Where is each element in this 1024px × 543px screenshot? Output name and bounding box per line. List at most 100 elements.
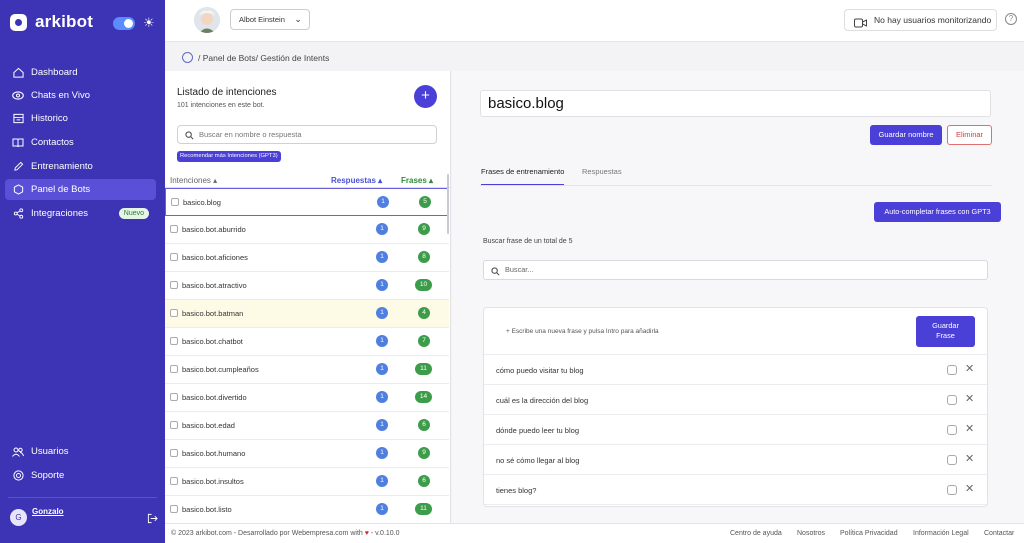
table-row[interactable]: basico.bot.divertido 1 14: [165, 384, 449, 412]
bot-avatar[interactable]: [194, 7, 220, 33]
col-responses[interactable]: Respuestas ▴: [331, 176, 382, 185]
theme-toggle[interactable]: [113, 17, 135, 30]
intent-name[interactable]: basico.bot.batman: [182, 309, 243, 318]
row-checkbox[interactable]: [170, 477, 178, 485]
responses-count-badge: 1: [376, 279, 388, 291]
intent-name[interactable]: basico.bot.aficiones: [182, 253, 248, 262]
footer-link-privacy[interactable]: Política Privacidad: [840, 530, 898, 537]
intent-name[interactable]: basico.bot.aburrido: [182, 225, 246, 234]
phrase-text[interactable]: no sé cómo llegar al blog: [496, 456, 579, 465]
table-row[interactable]: basico.blog 1 5: [165, 188, 449, 216]
close-icon[interactable]: ✕: [965, 362, 974, 375]
footer-link-legal[interactable]: Información Legal: [913, 530, 969, 537]
sidebar-item-contactos[interactable]: Contactos: [5, 132, 156, 153]
table-row[interactable]: basico.bot.humano 1 9: [165, 440, 449, 468]
footer-link-help[interactable]: Centro de ayuda: [730, 530, 782, 537]
user-profile[interactable]: G Gonzalo: [10, 507, 158, 527]
intent-name-input[interactable]: basico.blog: [480, 90, 991, 117]
sidebar-item-entrenamiento[interactable]: Entrenamiento: [5, 156, 156, 177]
bot-selector[interactable]: Albot Einstein ⌄: [230, 9, 310, 30]
intent-name[interactable]: basico.bot.divertido: [182, 393, 247, 402]
table-row[interactable]: basico.bot.batman 1 4: [165, 300, 449, 328]
sidebar-item-dashboard[interactable]: Dashboard: [5, 62, 156, 83]
intent-name[interactable]: basico.bot.listo: [182, 505, 232, 514]
phrase-row[interactable]: cuál es la dirección del blog ✕: [484, 385, 987, 415]
row-checkbox[interactable]: [170, 421, 178, 429]
table-row[interactable]: basico.bot.aficiones 1 8: [165, 244, 449, 272]
save-phrase-button[interactable]: Guardar Frase: [916, 316, 975, 347]
phrase-text[interactable]: dónde puedo leer tu blog: [496, 426, 579, 435]
footer-link-about[interactable]: Nosotros: [797, 530, 825, 537]
row-checkbox[interactable]: [170, 337, 178, 345]
row-checkbox[interactable]: [170, 449, 178, 457]
home-ring-icon[interactable]: [182, 52, 193, 63]
close-icon[interactable]: ✕: [965, 422, 974, 435]
row-checkbox[interactable]: [170, 281, 178, 289]
autocomplete-gpt3-button[interactable]: Auto-completar frases con GPT3: [874, 202, 1001, 222]
new-phrase-input[interactable]: + Escribe una nueva frase y pulsa Intro …: [506, 328, 659, 335]
table-row[interactable]: basico.bot.atractivo 1 10: [165, 272, 449, 300]
phrase-text[interactable]: cómo puedo visitar tu blog: [496, 366, 584, 375]
monitor-status[interactable]: No hay usuarios monitorizando: [844, 9, 997, 31]
help-icon[interactable]: ?: [1005, 13, 1017, 25]
row-checkbox[interactable]: [170, 225, 178, 233]
intent-name[interactable]: basico.bot.cumpleaños: [182, 365, 259, 374]
tab-respuestas[interactable]: Respuestas: [582, 167, 622, 184]
sidebar-item-panel-de-bots[interactable]: Panel de Bots: [5, 179, 156, 200]
brand-logo[interactable]: arkibot: [10, 12, 93, 32]
row-checkbox[interactable]: [170, 309, 178, 317]
logout-icon[interactable]: [147, 511, 158, 524]
phrase-checkbox[interactable]: [947, 425, 957, 435]
phrase-checkbox[interactable]: [947, 365, 957, 375]
sidebar-item-historico[interactable]: Historico: [5, 108, 156, 129]
intent-name[interactable]: basico.bot.atractivo: [182, 281, 247, 290]
phrase-row[interactable]: cómo puedo visitar tu blog ✕: [484, 355, 987, 385]
col-intents[interactable]: Intenciones ▴: [170, 176, 217, 185]
new-phrase-row[interactable]: + Escribe una nueva frase y pulsa Intro …: [484, 308, 987, 355]
phrase-checkbox[interactable]: [947, 485, 957, 495]
row-checkbox[interactable]: [171, 198, 179, 206]
user-name[interactable]: Gonzalo: [32, 507, 64, 516]
phrase-text[interactable]: cuál es la dirección del blog: [496, 396, 588, 405]
close-icon[interactable]: ✕: [965, 392, 974, 405]
row-checkbox[interactable]: [170, 253, 178, 261]
sidebar-item-integraciones[interactable]: Integraciones Nuevo: [5, 203, 156, 224]
breadcrumb-path[interactable]: / Panel de Bots/ Gestión de Intents: [198, 53, 329, 63]
table-row[interactable]: basico.bot.cumpleaños 1 11: [165, 356, 449, 384]
close-icon[interactable]: ✕: [965, 482, 974, 495]
table-row[interactable]: basico.bot.aburrido 1 9: [165, 216, 449, 244]
phrase-search-input[interactable]: Buscar...: [483, 260, 988, 280]
col-phrases[interactable]: Frases ▴: [401, 176, 433, 185]
delete-button[interactable]: Eliminar: [947, 125, 992, 145]
row-checkbox[interactable]: [170, 505, 178, 513]
table-row[interactable]: basico.bot.insultos 1 6: [165, 468, 449, 496]
tab-frases[interactable]: Frases de entrenamiento: [481, 167, 565, 186]
recommend-intents-button[interactable]: Recomendar más Intenciones (GPT3): [177, 151, 281, 162]
phrase-checkbox[interactable]: [947, 455, 957, 465]
row-checkbox[interactable]: [170, 393, 178, 401]
sidebar-item-chats[interactable]: Chats en Vivo: [5, 85, 156, 106]
table-row[interactable]: basico.bot.chatbot 1 7: [165, 328, 449, 356]
intent-name[interactable]: basico.bot.chatbot: [182, 337, 243, 346]
intent-name[interactable]: basico.bot.humano: [182, 449, 245, 458]
responses-count-badge: 1: [376, 251, 388, 263]
phrase-row[interactable]: dónde puedo leer tu blog ✕: [484, 415, 987, 445]
list-scrollbar[interactable]: [447, 174, 449, 234]
table-row[interactable]: basico.bot.edad 1 6: [165, 412, 449, 440]
intent-search-input[interactable]: Buscar en nombre o respuesta: [177, 125, 437, 144]
sidebar-item-usuarios[interactable]: Usuarios: [5, 441, 156, 462]
save-name-button[interactable]: Guardar nombre: [870, 125, 942, 145]
phrase-text[interactable]: tienes blog?: [496, 486, 536, 495]
phrase-row[interactable]: tienes blog? ✕: [484, 475, 987, 505]
intent-name[interactable]: basico.blog: [183, 198, 221, 207]
close-icon[interactable]: ✕: [965, 452, 974, 465]
intent-name[interactable]: basico.bot.insultos: [182, 477, 244, 486]
phrase-row[interactable]: no sé cómo llegar al blog ✕: [484, 445, 987, 475]
intent-name[interactable]: basico.bot.edad: [182, 421, 235, 430]
phrase-checkbox[interactable]: [947, 395, 957, 405]
footer-link-contact[interactable]: Contactar: [984, 530, 1014, 537]
sidebar-item-soporte[interactable]: Soporte: [5, 465, 156, 486]
table-row[interactable]: basico.bot.listo 1 11: [165, 496, 449, 524]
add-intent-button[interactable]: +: [414, 85, 437, 108]
row-checkbox[interactable]: [170, 365, 178, 373]
